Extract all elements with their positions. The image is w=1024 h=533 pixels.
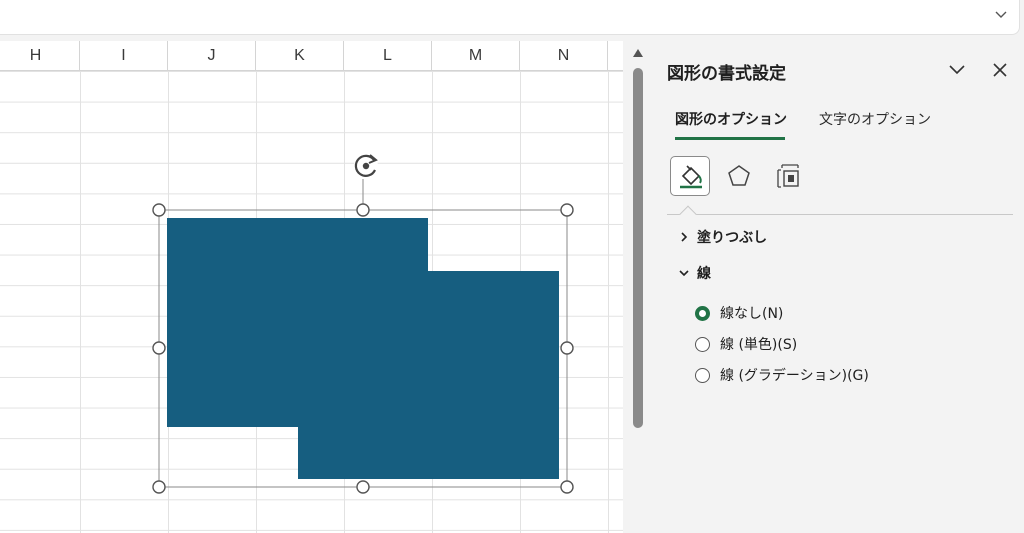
resize-handle[interactable] [152, 341, 166, 355]
format-shape-pane: 図形の書式設定 図形のオプション 文字のオプション 塗りつぶし 線 線なし(N)… [653, 41, 1024, 533]
resize-handle[interactable] [560, 480, 574, 494]
fill-line-button[interactable] [670, 156, 710, 196]
formula-bar-area [0, 0, 1024, 41]
active-tab-indicator [675, 137, 785, 140]
radio-no-line[interactable]: 線なし(N) [695, 303, 783, 323]
section-line[interactable]: 線 [677, 263, 711, 283]
radio-label: 線 (グラデーション)(G) [720, 368, 869, 384]
resize-handle[interactable] [560, 341, 574, 355]
freeform-shape[interactable] [167, 218, 559, 479]
radio-gradient-line[interactable]: 線 (グラデーション)(G) [695, 365, 869, 385]
chevron-down-icon [679, 270, 689, 277]
radio-button[interactable] [695, 336, 710, 352]
close-icon[interactable] [991, 61, 1009, 79]
section-fill[interactable]: 塗りつぶし [677, 227, 767, 247]
worksheet[interactable]: H I J K L M N [0, 41, 623, 533]
resize-handle[interactable] [356, 480, 370, 494]
effects-pentagon-icon [728, 165, 750, 186]
scroll-up-icon[interactable] [632, 48, 644, 58]
resize-handle[interactable] [152, 480, 166, 494]
tab-shape-options[interactable]: 図形のオプション [675, 109, 787, 129]
radio-label: 線 (単色)(S) [720, 337, 798, 353]
rotate-handle-icon[interactable] [354, 154, 378, 178]
section-line-label: 線 [697, 266, 711, 282]
effects-button[interactable] [719, 156, 759, 196]
pane-title: 図形の書式設定 [667, 64, 786, 84]
chevron-down-icon[interactable] [947, 61, 967, 79]
size-properties-icon [777, 164, 799, 188]
vertical-scrollbar[interactable] [623, 41, 653, 533]
resize-handle[interactable] [560, 203, 574, 217]
shape-layer [152, 154, 574, 494]
chevron-down-icon[interactable] [993, 6, 1009, 22]
tab-text-options[interactable]: 文字のオプション [819, 109, 931, 129]
fill-line-icon [680, 165, 702, 189]
formula-input[interactable] [0, 0, 1020, 35]
pane-divider [667, 214, 1013, 215]
resize-handle[interactable] [356, 203, 370, 217]
radio-label: 線なし(N) [720, 306, 784, 322]
radio-solid-line[interactable]: 線 (単色)(S) [695, 334, 797, 354]
chevron-right-icon [681, 232, 688, 242]
selected-icon-pointer [679, 205, 697, 223]
radio-button[interactable] [695, 305, 710, 321]
resize-handle[interactable] [152, 203, 166, 217]
radio-button[interactable] [695, 367, 710, 383]
scroll-thumb[interactable] [633, 68, 643, 428]
size-properties-button[interactable] [769, 156, 809, 196]
section-fill-label: 塗りつぶし [697, 230, 768, 246]
